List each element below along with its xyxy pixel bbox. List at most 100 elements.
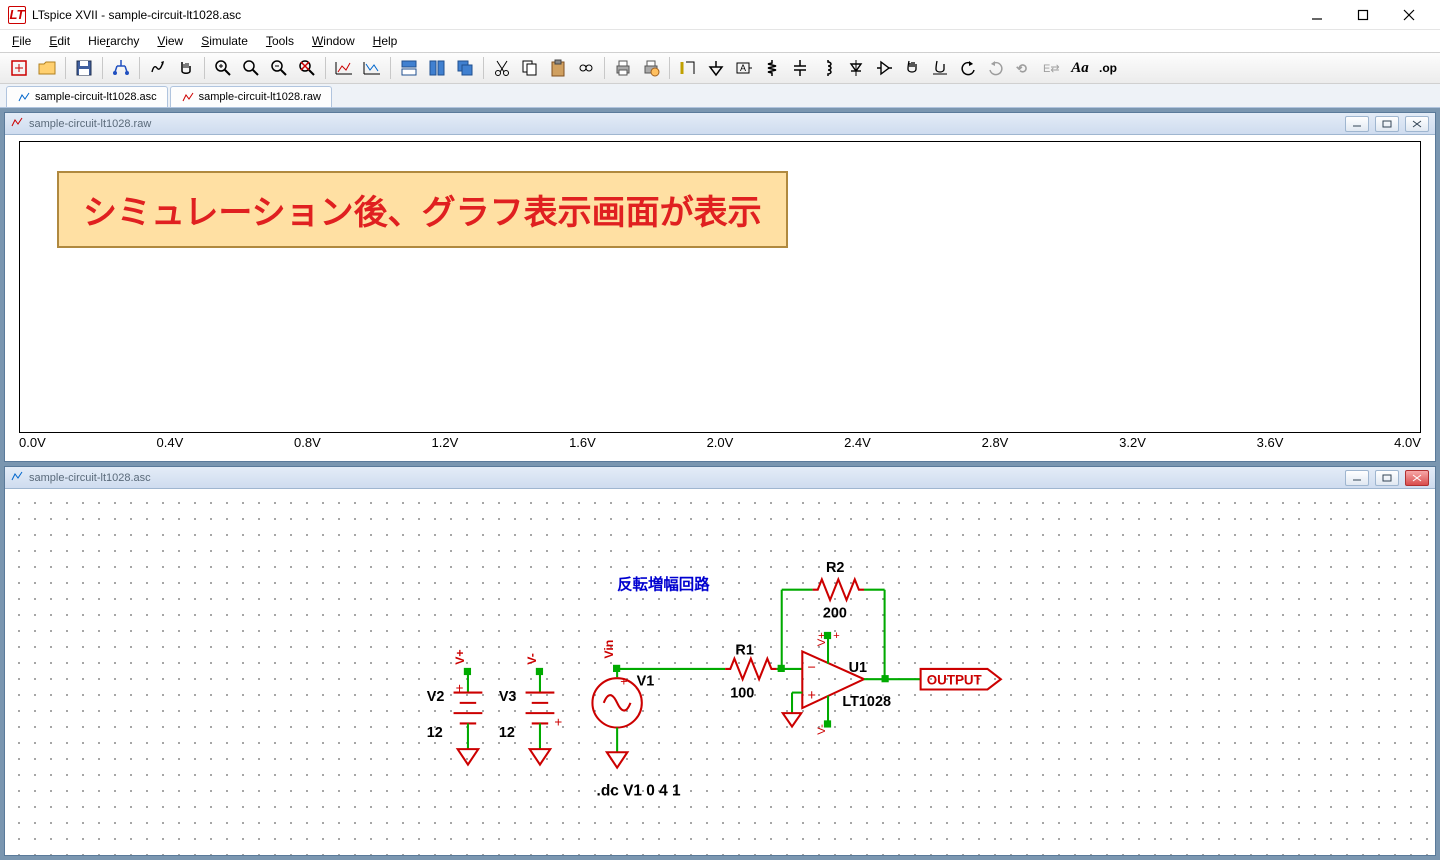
component-v2: + V2 12 V+ [427,649,483,764]
drag-icon[interactable] [927,55,953,81]
component-u1: − + + V+ V- U1 LT1028 [783,630,891,735]
svg-text:R2: R2 [826,560,844,576]
pane-close-button[interactable] [1405,470,1429,486]
schematic-canvas[interactable]: 反転増幅回路 + V2 12 V+ [5,489,1435,855]
component-v1: + V1 Vin [592,640,654,768]
rotate-icon[interactable]: ⟲ [1011,55,1037,81]
menu-edit[interactable]: Edit [41,32,78,50]
workspace: sample-circuit-lt1028.raw シミュレーション後、グラフ表… [0,108,1440,860]
asc-pane-icon [11,470,23,485]
svg-text:Vin: Vin [602,640,616,659]
svg-text:R1: R1 [735,643,753,659]
svg-text:+: + [833,630,840,642]
cascade-icon[interactable] [452,55,478,81]
component-r2: R2 200 [813,560,864,621]
run-icon[interactable] [145,55,171,81]
print-setup-icon[interactable] [638,55,664,81]
paste-icon[interactable] [545,55,571,81]
svg-text:⟲: ⟲ [1016,61,1027,76]
schematic-pane-titlebar: sample-circuit-lt1028.asc [5,467,1435,489]
spice-directive: .dc V1 0 4 1 [597,782,681,799]
menu-tools[interactable]: Tools [258,32,302,50]
new-schematic-icon[interactable] [6,55,32,81]
svg-text:U1: U1 [849,660,867,676]
tab-raw[interactable]: sample-circuit-lt1028.raw [170,86,332,107]
schematic-pane: sample-circuit-lt1028.asc 反転増幅回路 + [4,466,1436,856]
svg-text:V+: V+ [816,632,828,647]
zoom-pan-icon[interactable] [238,55,264,81]
autorange-x-icon[interactable] [331,55,357,81]
pane-maximize-button[interactable] [1375,470,1399,486]
spice-directive-icon[interactable]: .op [1095,55,1121,81]
svg-text:V1: V1 [637,673,655,689]
zoom-in-icon[interactable] [210,55,236,81]
svg-text:200: 200 [823,605,847,621]
pane-minimize-button[interactable] [1345,470,1369,486]
redo-icon[interactable] [983,55,1009,81]
svg-text:−: − [807,660,815,676]
raw-tab-icon [181,90,195,104]
find-icon[interactable] [573,55,599,81]
svg-text:V-: V- [525,653,539,665]
svg-text:V-: V- [816,724,828,735]
menu-hierarchy[interactable]: Hierarchy [80,32,147,50]
waveform-pane: sample-circuit-lt1028.raw シミュレーション後、グラフ表… [4,112,1436,462]
waveform-pane-titlebar: sample-circuit-lt1028.raw [5,113,1435,135]
menu-file[interactable]: File [4,32,39,50]
menu-simulate[interactable]: Simulate [193,32,256,50]
menu-view[interactable]: View [149,32,191,50]
mirror-icon[interactable]: E⇄ [1039,55,1065,81]
zoom-out-icon[interactable] [266,55,292,81]
label-net-icon[interactable]: A [731,55,757,81]
menu-help[interactable]: Help [365,32,406,50]
undo-icon[interactable] [955,55,981,81]
diode-icon[interactable] [843,55,869,81]
component-icon[interactable] [871,55,897,81]
pane-maximize-button[interactable] [1375,116,1399,132]
halt-icon[interactable] [173,55,199,81]
svg-text:V2: V2 [427,689,445,705]
tab-asc-label: sample-circuit-lt1028.asc [35,91,157,103]
draw-wire-icon[interactable] [675,55,701,81]
zoom-fit-icon[interactable] [294,55,320,81]
menu-bar: File Edit Hierarchy View Simulate Tools … [0,30,1440,52]
inductor-icon[interactable] [815,55,841,81]
print-icon[interactable] [610,55,636,81]
tab-asc[interactable]: sample-circuit-lt1028.asc [6,86,168,107]
svg-text:LT1028: LT1028 [842,694,891,710]
svg-text:A: A [740,63,746,73]
resistor-icon[interactable] [759,55,785,81]
schematic-pane-title: sample-circuit-lt1028.asc [29,472,151,484]
move-icon[interactable] [899,55,925,81]
component-v3: + V3 12 V- [499,653,563,764]
open-icon[interactable] [34,55,60,81]
asc-tab-icon [17,90,31,104]
window-titlebar: LT LTspice XVII - sample-circuit-lt1028.… [0,0,1440,30]
save-icon[interactable] [71,55,97,81]
ground-icon[interactable] [703,55,729,81]
capacitor-icon[interactable] [787,55,813,81]
svg-text:V+: V+ [453,649,467,664]
cut-icon[interactable] [489,55,515,81]
svg-text:E⇄: E⇄ [1043,63,1060,75]
svg-text:+: + [807,688,815,704]
menu-window[interactable]: Window [304,32,363,50]
text-icon[interactable]: Aa [1067,55,1093,81]
close-button[interactable] [1386,0,1432,30]
waveform-pane-title: sample-circuit-lt1028.raw [29,118,151,130]
pane-minimize-button[interactable] [1345,116,1369,132]
overlay-message: シミュレーション後、グラフ表示画面が表示 [57,171,788,248]
autorange-y-icon[interactable] [359,55,385,81]
tile-h-icon[interactable] [396,55,422,81]
plot-area[interactable]: シミュレーション後、グラフ表示画面が表示 0.0V 0.4V 0.8V 1.2V… [11,141,1429,455]
tile-v-icon[interactable] [424,55,450,81]
component-r1: R1 100 [725,643,776,702]
minimize-button[interactable] [1294,0,1340,30]
maximize-button[interactable] [1340,0,1386,30]
tab-raw-label: sample-circuit-lt1028.raw [199,91,321,103]
net-label-output: OUTPUT [921,669,1001,690]
copy-icon[interactable] [517,55,543,81]
pane-close-button[interactable] [1405,116,1429,132]
control-panel-icon[interactable] [108,55,134,81]
svg-text:+: + [456,681,464,696]
